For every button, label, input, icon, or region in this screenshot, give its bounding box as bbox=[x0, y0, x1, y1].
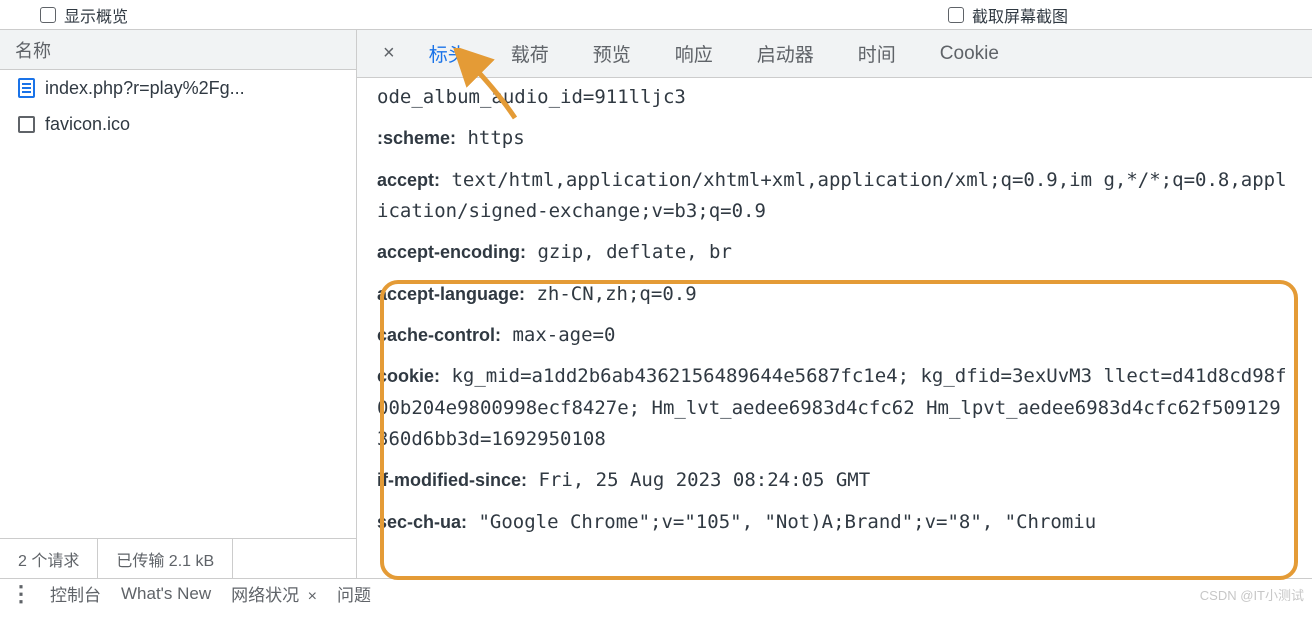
request-summary: 2 个请求 已传输 2.1 kB bbox=[0, 538, 356, 578]
header-key: accept: bbox=[377, 170, 440, 190]
header-row: cookie: kg_mid=a1dd2b6ab4362156489644e56… bbox=[377, 361, 1312, 455]
header-key: if-modified-since: bbox=[377, 470, 527, 490]
header-row: cache-control: max-age=0 bbox=[377, 320, 1312, 351]
list-item[interactable]: favicon.ico bbox=[0, 106, 356, 142]
header-value: max-age=0 bbox=[501, 324, 615, 346]
request-name: favicon.ico bbox=[45, 114, 130, 135]
header-key: accept-language: bbox=[377, 284, 525, 304]
tab-initiator[interactable]: 启动器 bbox=[735, 30, 836, 77]
request-list-panel: 名称 index.php?r=play%2Fg... favicon.ico 2… bbox=[0, 30, 357, 578]
more-icon[interactable]: ⋮ bbox=[10, 581, 30, 607]
list-item[interactable]: index.php?r=play%2Fg... bbox=[0, 70, 356, 106]
main-content: 名称 index.php?r=play%2Fg... favicon.ico 2… bbox=[0, 30, 1312, 578]
request-count: 2 个请求 bbox=[0, 539, 98, 578]
header-key: cookie: bbox=[377, 366, 440, 386]
show-overview-checkbox[interactable] bbox=[40, 7, 56, 23]
image-icon bbox=[18, 116, 35, 133]
header-value: gzip, deflate, br bbox=[526, 241, 732, 263]
request-list: index.php?r=play%2Fg... favicon.ico bbox=[0, 70, 356, 538]
tab-timing[interactable]: 时间 bbox=[836, 30, 918, 77]
header-value: zh-CN,zh;q=0.9 bbox=[525, 283, 697, 305]
request-name: index.php?r=play%2Fg... bbox=[45, 78, 245, 99]
document-icon bbox=[18, 78, 35, 98]
header-row: accept-language: zh-CN,zh;q=0.9 bbox=[377, 279, 1312, 310]
toolbar: 显示概览 截取屏幕截图 bbox=[0, 0, 1312, 30]
transferred-size: 已传输 2.1 kB bbox=[98, 539, 233, 578]
drawer-tab-whatsnew[interactable]: What's New bbox=[121, 584, 211, 604]
show-overview-label: 显示概览 bbox=[64, 3, 128, 27]
tab-cookies[interactable]: Cookie bbox=[918, 30, 1021, 77]
header-key: accept-encoding: bbox=[377, 242, 526, 262]
header-value: https bbox=[456, 127, 525, 149]
tab-response[interactable]: 响应 bbox=[653, 30, 735, 77]
header-row: if-modified-since: Fri, 25 Aug 2023 08:2… bbox=[377, 465, 1312, 496]
screenshot-checkbox[interactable] bbox=[948, 7, 964, 23]
header-row: sec-ch-ua: "Google Chrome";v="105", "Not… bbox=[377, 507, 1312, 538]
header-value: "Google Chrome";v="105", "Not)A;Brand";v… bbox=[467, 511, 1096, 533]
header-key: cache-control: bbox=[377, 325, 501, 345]
detail-panel: × 标头 载荷 预览 响应 启动器 时间 Cookie ode_album_au… bbox=[357, 30, 1312, 578]
header-value: kg_mid=a1dd2b6ab4362156489644e5687fc1e4;… bbox=[377, 365, 1287, 450]
screenshot-label: 截取屏幕截图 bbox=[972, 3, 1068, 27]
headers-content[interactable]: ode_album_audio_id=911lljc3 :scheme: htt… bbox=[357, 78, 1312, 578]
close-icon[interactable]: × bbox=[371, 42, 407, 65]
header-row: ode_album_audio_id=911lljc3 bbox=[377, 82, 1312, 113]
screenshot-group[interactable]: 截取屏幕截图 bbox=[948, 3, 1068, 27]
show-overview-group[interactable]: 显示概览 bbox=[40, 3, 128, 27]
tab-headers[interactable]: 标头 bbox=[407, 30, 489, 77]
close-icon[interactable]: × bbox=[299, 588, 317, 605]
header-value: Fri, 25 Aug 2023 08:24:05 GMT bbox=[527, 469, 870, 491]
drawer-tabs: ⋮ 控制台 What's New 网络状况 × 问题 bbox=[0, 578, 1312, 608]
drawer-tab-console[interactable]: 控制台 bbox=[50, 581, 101, 606]
name-column-header[interactable]: 名称 bbox=[0, 30, 356, 70]
tab-payload[interactable]: 载荷 bbox=[489, 30, 571, 77]
header-row: accept-encoding: gzip, deflate, br bbox=[377, 237, 1312, 268]
drawer-tab-network-conditions[interactable]: 网络状况 × bbox=[231, 581, 317, 606]
drawer-tab-issues[interactable]: 问题 bbox=[337, 581, 371, 606]
tab-bar: × 标头 载荷 预览 响应 启动器 时间 Cookie bbox=[357, 30, 1312, 78]
header-key: sec-ch-ua: bbox=[377, 512, 467, 532]
header-row: accept: text/html,application/xhtml+xml,… bbox=[377, 165, 1312, 228]
header-value: text/html,application/xhtml+xml,applicat… bbox=[377, 169, 1287, 222]
watermark: CSDN @IT小测试 bbox=[1200, 585, 1304, 604]
header-value: ode_album_audio_id=911lljc3 bbox=[377, 86, 686, 108]
tab-preview[interactable]: 预览 bbox=[571, 30, 653, 77]
header-row: :scheme: https bbox=[377, 123, 1312, 154]
header-key: :scheme: bbox=[377, 128, 456, 148]
